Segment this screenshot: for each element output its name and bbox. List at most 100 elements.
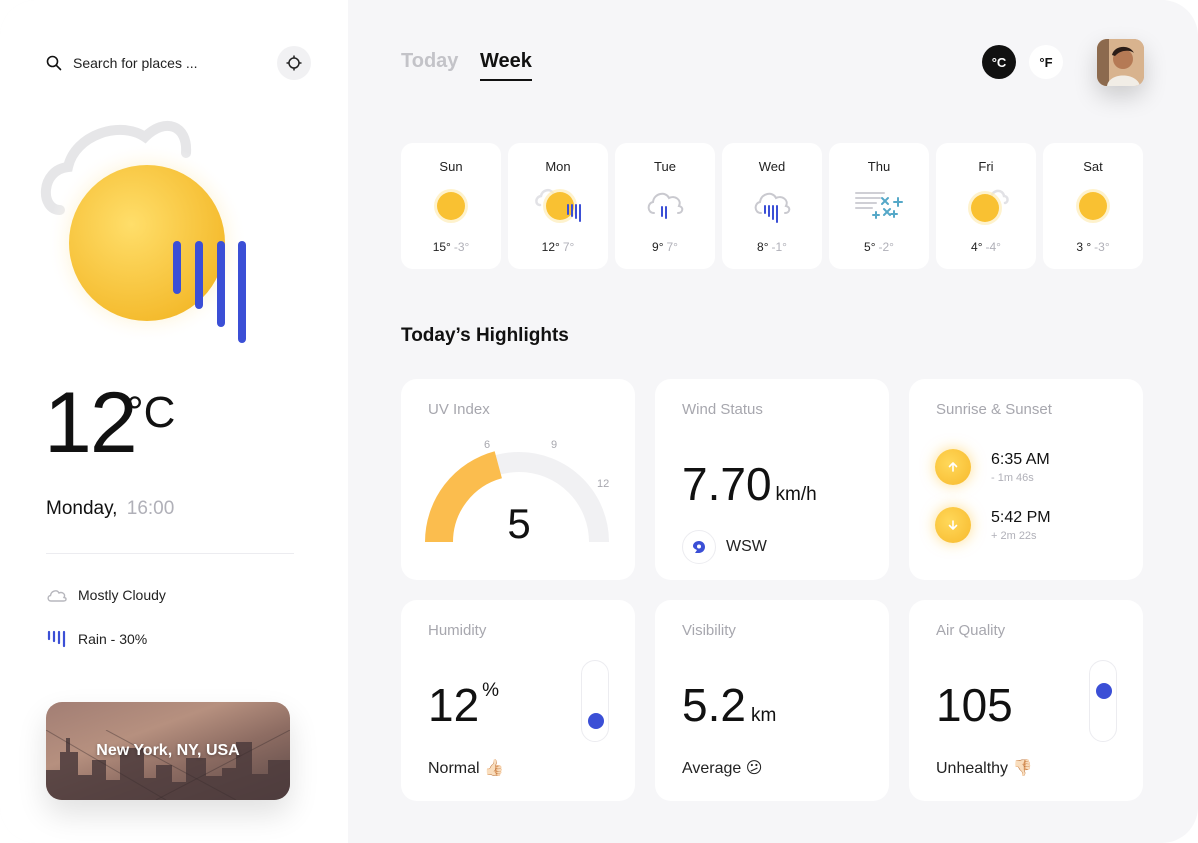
temp-high: 15° (432, 240, 451, 254)
sunrise-time: 6:35 AM (991, 450, 1050, 468)
visibility-value: 5.2 (682, 679, 746, 731)
day-name: Thu (867, 159, 891, 174)
forecast-card-thu[interactable]: Thu 5° -2° (829, 143, 929, 269)
temp-high: 4° (971, 240, 983, 254)
temp-high: 3 ° (1076, 240, 1092, 254)
humidity-unit: % (482, 680, 500, 701)
current-day: Monday, 16:00 (46, 498, 174, 520)
condition-rain: Rain - 30% (46, 630, 148, 648)
temp-low: -4° (985, 240, 1001, 254)
crosshair-icon (286, 55, 302, 71)
card-title: Air Quality (936, 622, 1006, 639)
wind-direction-label: WSW (726, 538, 767, 555)
day-name: Sun (439, 159, 463, 174)
air-quality-card: Air Quality 105 Unhealthy 👎🏻 (909, 600, 1143, 801)
wind-speed: 7.70 (682, 458, 772, 510)
sun-icon (434, 189, 468, 223)
arrow-up-icon (948, 462, 958, 472)
day-name: Wed (758, 159, 786, 174)
sunrise-row: 6:35 AM - 1m 46s (935, 449, 1050, 485)
sunset-row: 5:42 PM + 2m 22s (935, 507, 1051, 543)
tab-week[interactable]: Week (480, 50, 532, 81)
wind-status-card: Wind Status 7.70 km/h WSW (655, 379, 889, 580)
sunset-diff: + 2m 22s (991, 529, 1037, 542)
uv-tick-9: 9 (551, 439, 557, 451)
search-bar (46, 50, 311, 76)
temp-low: 7° (562, 240, 575, 254)
locate-button[interactable] (277, 46, 311, 80)
temp-low: -3° (1094, 240, 1110, 254)
condition-label: Rain - 30% (78, 631, 148, 647)
card-title: UV Index (428, 401, 490, 418)
city-card[interactable]: New York, NY, USA (46, 702, 290, 800)
fahrenheit-button[interactable]: °F (1029, 45, 1063, 79)
air-quality-level-indicator (1096, 682, 1112, 699)
celsius-button[interactable]: °C (982, 45, 1016, 79)
forecast-card-tue[interactable]: Tue 9° 7° (615, 143, 715, 269)
condition-cloudy: Mostly Cloudy (46, 587, 166, 603)
forecast-card-sat[interactable]: Sat 3 ° -3° (1043, 143, 1143, 269)
card-title: Humidity (428, 622, 487, 639)
sunrise-diff: - 1m 46s (991, 471, 1034, 484)
cloud-heavy-rain-icon (754, 192, 791, 223)
visibility-status: Average 😕 (682, 760, 763, 777)
uv-tick-6: 6 (484, 439, 490, 451)
arrow-down-icon (948, 520, 958, 530)
temp-high: 9° (652, 240, 664, 254)
uv-value: 5 (507, 500, 530, 547)
day-name: Mon (545, 159, 571, 174)
forecast-card-fri[interactable]: Fri 4° -4° (936, 143, 1036, 269)
sun-icon (1076, 189, 1110, 223)
temp-low: 7° (666, 240, 678, 254)
divider (46, 553, 294, 554)
cloud-icon (47, 590, 67, 602)
humidity-value: 12 (428, 679, 480, 731)
card-title: Visibility (682, 622, 736, 639)
humidity-card: Humidity 12% Normal 👍🏻 (401, 600, 635, 801)
temperature-unit: °C (126, 388, 176, 437)
highlights-title: Today’s Highlights (401, 325, 569, 346)
search-icon (46, 55, 62, 71)
temp-high: 12° (541, 240, 560, 254)
sidebar: 12 °C Monday, 16:00 Mostly Cloudy (0, 0, 348, 843)
avatar[interactable] (1097, 39, 1144, 86)
forecast-card-wed[interactable]: Wed 8° -1° (722, 143, 822, 269)
tab-today[interactable]: Today (401, 50, 458, 73)
uv-gauge: 6 9 12 5 (425, 439, 609, 547)
cloud-rain-icon (647, 192, 684, 219)
wind-unit: km/h (775, 484, 817, 505)
condition-label: Mostly Cloudy (78, 587, 166, 603)
visibility-card: Visibility 5.2 km Average 😕 (655, 600, 889, 801)
compass-icon (693, 541, 705, 553)
day-label: Monday, (46, 498, 118, 519)
current-temperature: 12 (44, 375, 138, 471)
search-input[interactable] (73, 55, 263, 71)
sun-cloud-icon (968, 189, 1009, 225)
day-name: Sat (1083, 159, 1103, 174)
city-skyline-image (46, 730, 290, 800)
air-quality-level-bar (1089, 660, 1117, 742)
humidity-level-indicator (588, 712, 604, 729)
sunrise-sunset-card: Sunrise & Sunset 6:35 AM - 1m 46s 5:42 P… (909, 379, 1143, 580)
wind-snow-icon (855, 192, 903, 219)
uv-index-card: UV Index 6 9 12 5 (401, 379, 635, 580)
sun-cloud-rain-icon (41, 121, 247, 343)
wind-direction: WSW (682, 530, 767, 564)
humidity-status: Normal 👍🏻 (428, 760, 504, 777)
visibility-unit: km (750, 705, 777, 726)
week-forecast: Sun 15° -3° Mon 12° 7° Tue 9° 7° Wed 8° … (401, 143, 1143, 269)
air-quality-value: 105 (936, 679, 1013, 731)
temp-high: 8° (757, 240, 769, 254)
sunset-time: 5:42 PM (991, 508, 1051, 526)
air-quality-status: Unhealthy 👎🏻 (936, 760, 1033, 777)
humidity-level-bar (581, 660, 609, 742)
user-avatar-image (1097, 39, 1144, 86)
day-name: Tue (654, 159, 676, 174)
forecast-card-mon[interactable]: Mon 12° 7° (508, 143, 608, 269)
temp-low: -3° (453, 240, 470, 254)
forecast-card-sun[interactable]: Sun 15° -3° (401, 143, 501, 269)
uv-tick-12: 12 (597, 478, 609, 490)
rain-icon (47, 630, 66, 648)
temp-low: -1° (771, 240, 787, 254)
temp-low: -2° (878, 240, 894, 254)
